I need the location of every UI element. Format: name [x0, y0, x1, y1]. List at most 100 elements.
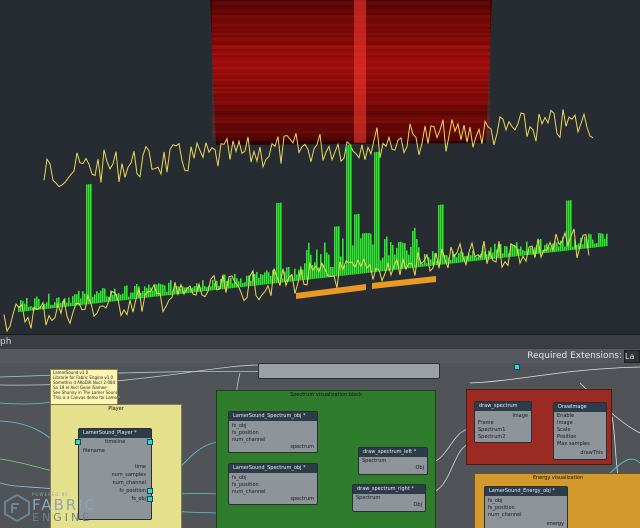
port-spectrum2: Spectrum2: [478, 434, 506, 440]
spectrum-bar: [230, 277, 232, 289]
spectrum-bar: [432, 251, 434, 266]
spectrum-bar: [130, 292, 132, 300]
spectrum-bar: [550, 247, 552, 253]
spectrum-bar: [332, 267, 334, 277]
spectrum-bar: [168, 282, 170, 296]
spectrum-bar: [266, 270, 268, 285]
spectrum-bar: [604, 238, 606, 247]
node-draw-spectrum-left[interactable]: draw_spectrum_left * Spectrum Obj: [358, 447, 428, 475]
spectrum-bar: [52, 304, 54, 309]
spectrum-bar: [142, 291, 144, 299]
spectrum-bar: [80, 298, 82, 305]
spectrum-bar: [162, 284, 164, 296]
port-frame: Frame: [478, 420, 494, 426]
spectrum-bar: [504, 246, 506, 258]
fabric-logo-icon: [4, 494, 30, 522]
spectrum-bar: [132, 292, 134, 300]
spectrum-bar: [592, 239, 594, 248]
port-pin[interactable]: [147, 488, 153, 494]
spectrum-bar: [306, 250, 308, 280]
spectrum-bar: [204, 286, 206, 292]
port-scale: Scale: [557, 427, 571, 433]
viewport-scene: [3, 0, 608, 333]
spectrum-bar: [166, 291, 168, 296]
sticky-note[interactable]: LamerSound.v1.0 Librarie for Fabric Engi…: [50, 369, 118, 405]
spectrum-bar: [362, 233, 364, 274]
spectrum-bar: [244, 282, 246, 287]
spectrum-bar: [414, 227, 416, 268]
spectrum-bar: [316, 249, 318, 279]
port-spectrum: spectrum: [290, 496, 314, 502]
spectrum-bar: [100, 290, 102, 303]
spectrum-bar: [582, 244, 584, 249]
fabric-engine-logo: POWERED BY FABRIC ENGINE: [2, 490, 102, 526]
spectrum-bar: [26, 298, 28, 312]
spectrum-bar: [412, 230, 414, 268]
node-draw-spectrum[interactable]: draw_spectrum Frame Spectrum1 Spectrum2 …: [474, 401, 532, 443]
backdrop-title: Player: [108, 406, 124, 412]
port-enable: Enable: [557, 413, 575, 419]
spectrum-bar: [606, 233, 608, 247]
spectrum-bar: [520, 246, 522, 256]
spectrum-bar: [276, 203, 278, 284]
node-energy-obj[interactable]: LamerSound_Energy_obj * fs_obj fs_positi…: [484, 486, 568, 528]
node-title: LamerSound_Player *: [79, 429, 151, 438]
spectrum-bar: [294, 268, 296, 282]
spectrum-bar: [572, 246, 574, 250]
port-obj: Obj: [413, 502, 423, 508]
spectrum-bar: [268, 272, 270, 284]
spectrum-bar: [86, 184, 88, 305]
spectrum-bar: [256, 271, 258, 286]
node-title: LamerSound_Spectrum_obj *: [229, 464, 317, 473]
node-draw-image[interactable]: DrawImage Enable Image Scale Position Ma…: [553, 402, 607, 460]
port-pin[interactable]: [147, 439, 153, 445]
port-draw-this: drawThis: [580, 450, 603, 456]
spectrum-bar: [120, 294, 122, 301]
spectrum-bar: [364, 233, 366, 274]
port-fs-position: fs_position: [232, 482, 259, 488]
spectrum-bar: [242, 283, 244, 287]
port-num-channel: num_channel: [232, 489, 266, 495]
port-fs-obj: fs_obj: [131, 496, 147, 502]
spectrum-bar: [102, 288, 104, 303]
spectrum-bar: [410, 246, 412, 269]
spectrum-bar: [202, 280, 204, 292]
spectrogram-peak-column: [354, 0, 366, 143]
spectrum-bar: [124, 286, 126, 301]
spectrum-bar: [598, 233, 600, 248]
node-spectrum-obj-1[interactable]: LamerSound_Spectrum_obj * fs_obj fs_posi…: [228, 411, 318, 453]
port-pin[interactable]: [147, 496, 153, 502]
3d-viewport[interactable]: [0, 0, 640, 333]
graph-header: ph: [0, 334, 640, 350]
node-title: LamerSound_Energy_obj *: [485, 487, 567, 496]
spectrum-bar: [262, 274, 264, 285]
spectrum-bar: [68, 297, 70, 307]
spectrum-bar: [384, 239, 386, 271]
spectrum-bar: [114, 288, 116, 302]
spectrum-bar: [232, 283, 234, 289]
port-pin[interactable]: [514, 364, 520, 370]
spectrum-bar: [494, 243, 496, 259]
port-fs-position: fs_position: [232, 430, 259, 436]
extensions-input[interactable]: La: [624, 350, 640, 363]
node-spectrum-obj-2[interactable]: LamerSound_Spectrum_obj * fs_obj fs_posi…: [228, 463, 318, 505]
spectrum-bar: [556, 242, 558, 252]
logo-word-engine: ENGINE: [32, 511, 93, 524]
port-num-channel: num_channel: [232, 437, 266, 443]
spectrum-bar: [46, 302, 48, 309]
spectrum-bar: [380, 260, 382, 272]
spectrum-bar: [206, 287, 208, 291]
spectrum-bar: [88, 184, 90, 305]
node-draw-spectrum-right[interactable]: draw_spectrum_right * Spectrum Obj: [352, 484, 426, 512]
spectrum-bar: [286, 267, 288, 282]
backdrop-title: Energy visualization: [532, 475, 584, 481]
port-pin[interactable]: [75, 439, 81, 445]
required-extensions-label: Required Extensions:: [527, 351, 622, 361]
spectrum-bar: [180, 289, 182, 294]
spectrum-bar: [54, 302, 56, 308]
spectrum-bar: [408, 254, 410, 269]
spectrum-bar: [194, 286, 196, 293]
port-position: Position: [557, 434, 577, 440]
spectrum-bar: [426, 263, 428, 267]
partial-node-top[interactable]: [258, 363, 440, 379]
